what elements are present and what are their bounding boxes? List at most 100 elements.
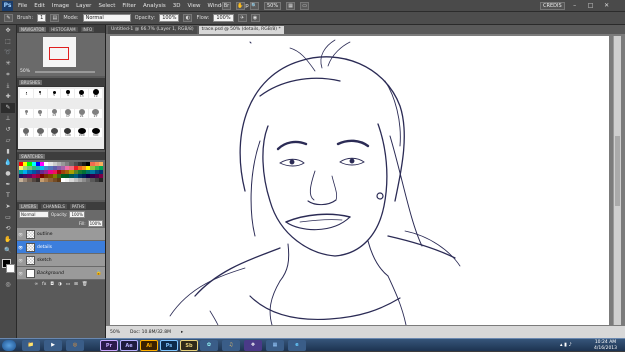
adjustment-layer-icon[interactable]: ◑ [58,282,62,287]
quick-mask-icon[interactable]: ◎ [1,280,15,290]
screen-mode-icon[interactable]: ▭ [300,2,310,10]
minimize-button[interactable]: – [569,1,581,10]
new-layer-icon[interactable]: ⊞ [74,282,78,287]
menu-layer[interactable]: Layer [76,3,91,9]
tab-info[interactable]: INFO [80,26,95,32]
eye-icon[interactable]: 👁 [17,271,24,276]
status-arrow-icon[interactable]: ▸ [181,330,183,335]
app-icon[interactable]: ❖ [244,340,262,351]
airbrush-icon[interactable]: ✈ [237,14,247,22]
close-button[interactable]: ✕ [601,1,613,10]
brush-preset[interactable]: 200 [75,128,89,138]
menu-select[interactable]: Select [98,3,115,9]
pen-tool-icon[interactable]: ✒ [1,180,15,190]
eraser-tool-icon[interactable]: ▱ [1,136,15,146]
brush-tool-icon[interactable]: ✎ [1,103,15,113]
mode-select[interactable]: Normal [82,14,131,22]
eyedropper-tool-icon[interactable]: ⤓ [1,81,15,91]
layer-row-background[interactable]: 👁 Background 🔒 [17,267,105,280]
document-size[interactable]: Doc: 10.8M/32.8M [130,330,171,335]
doc-tab-active[interactable]: trace.psd @ 50% (details, RGB/8) * [198,26,284,34]
brush-preset[interactable]: 17 [61,108,75,118]
navigator-zoom[interactable]: 50% [20,69,30,74]
taskbar-app-sb[interactable]: Sb [180,340,198,351]
navigator-zoom-slider[interactable] [35,71,95,73]
brush-preset[interactable]: 65 [47,128,61,138]
app-icon[interactable]: ✿ [200,340,218,351]
doc-tab[interactable]: Untitled-1 @ 66.7% (Layer 1, RGB/8) [108,26,197,34]
tab-layers[interactable]: LAYERS [19,203,39,209]
brush-preset[interactable]: 45 [33,128,47,138]
3d-rotate-tool-icon[interactable]: ⟲ [1,224,15,234]
blur-tool-icon[interactable]: 💧 [1,158,15,168]
tablet-pressure-icon[interactable]: ◉ [250,14,260,22]
eye-icon[interactable]: 👁 [17,245,24,250]
taskbar-app-pr[interactable]: Pr [100,340,118,351]
brush-size-picker[interactable]: 1 [37,14,47,22]
brush-preset[interactable]: 5 [47,89,61,98]
brush-preset[interactable]: 3 [33,89,47,98]
tray-icons[interactable]: ▴ ▮ ♪ [560,342,572,348]
brush-tool-icon[interactable]: ✎ [4,14,13,22]
explorer-icon[interactable]: 📁 [22,340,40,351]
tab-channels[interactable]: CHANNELS [41,203,67,209]
eye-icon[interactable]: 👁 [17,258,24,263]
add-mask-icon[interactable]: ◘ [50,282,54,287]
layer-row-outline[interactable]: 👁 outline [17,228,105,241]
brush-preset[interactable]: 21 [75,108,89,118]
link-layers-icon[interactable]: ∞ [34,282,38,287]
opacity-pressure-icon[interactable]: ◐ [183,14,193,22]
quick-select-tool-icon[interactable]: ✳ [1,59,15,69]
tab-histogram[interactable]: HISTOGRAM [49,26,78,32]
layer-style-icon[interactable]: fx [42,282,46,287]
brush-preset[interactable]: 1 [20,89,33,98]
menu-view[interactable]: View [187,3,200,9]
opacity-field[interactable]: 100% [159,14,180,22]
shape-tool-icon[interactable]: ▭ [1,213,15,223]
brush-preset[interactable]: 9 [61,89,75,98]
taskbar-app-ae[interactable]: Ae [120,340,138,351]
clone-stamp-tool-icon[interactable]: ⊥ [1,114,15,124]
menu-file[interactable]: File [18,3,27,9]
hand-icon[interactable]: ✋ [236,2,245,10]
workspace-select[interactable]: CREDIS [540,1,565,10]
brush-preset[interactable]: 19 [89,89,102,98]
maximize-button[interactable]: □ [585,1,597,10]
marquee-tool-icon[interactable]: ⬚ [1,37,15,47]
menu-analysis[interactable]: Analysis [143,3,166,9]
scroll-thumb[interactable] [615,136,620,206]
navigator-view-box[interactable] [49,47,69,60]
start-button[interactable] [2,340,16,351]
dodge-tool-icon[interactable]: ● [1,169,15,179]
type-tool-icon[interactable]: T [1,191,15,201]
vertical-scrollbar[interactable] [613,36,621,325]
history-brush-tool-icon[interactable]: ↺ [1,125,15,135]
new-group-icon[interactable]: ▭ [66,282,70,287]
tab-paths[interactable]: PATHS [69,203,87,209]
tab-brushes[interactable]: BRUSHES [19,79,43,85]
bridge-icon[interactable]: Br [222,2,231,10]
healing-brush-tool-icon[interactable]: ✚ [1,92,15,102]
layer-opacity-field[interactable]: 100% [69,211,85,218]
browser-icon[interactable]: ◎ [66,340,84,351]
brush-preset[interactable]: 5 [20,108,33,118]
menu-edit[interactable]: Edit [34,3,45,9]
blend-mode-select[interactable]: Normal [19,211,49,218]
menu-filter[interactable]: Filter [122,3,136,9]
brush-preset[interactable]: 27 [89,108,102,118]
brush-preset[interactable]: 9 [33,108,47,118]
zoom-level-select[interactable]: 50% [264,2,282,10]
taskbar-app-ps[interactable]: Ps [160,340,178,351]
layer-row-sketch[interactable]: 👁 sketch [17,254,105,267]
tab-swatches[interactable]: SWATCHES [19,153,45,159]
zoom-tool-icon[interactable]: 🔍 [1,246,15,256]
arrange-icon[interactable]: ▦ [286,2,296,10]
flow-field[interactable]: 100% [213,14,234,22]
path-select-tool-icon[interactable]: ➤ [1,202,15,212]
app-icon[interactable]: ▦ [266,340,284,351]
taskbar-app-ai[interactable]: Ai [140,340,158,351]
crop-tool-icon[interactable]: ⌗ [1,70,15,80]
brush-panel-toggle-icon[interactable]: ▤ [50,14,60,22]
color-swatch[interactable] [98,178,103,182]
media-player-icon[interactable]: ▶ [44,340,62,351]
